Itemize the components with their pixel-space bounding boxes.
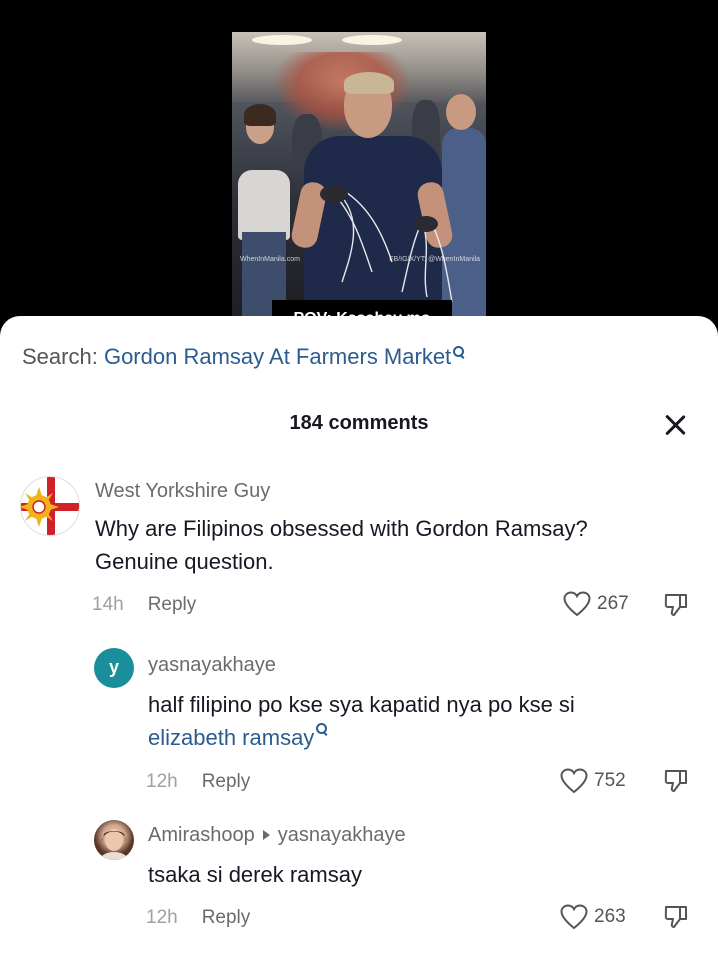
- comment-text-line: Why are Filipinos obsessed with Gordon R…: [95, 516, 588, 541]
- search-prefix: Search:: [22, 344, 98, 369]
- comment-time: 14h: [92, 594, 124, 615]
- flag-avatar-icon: [21, 477, 79, 535]
- heart-icon[interactable]: [560, 768, 588, 794]
- like-group: 263: [560, 904, 626, 930]
- video-woman-hair: [244, 104, 276, 126]
- dislike-icon[interactable]: [663, 768, 689, 794]
- like-count: 267: [597, 593, 629, 614]
- reply-arrow-icon: [262, 829, 270, 840]
- video-watermark: WhenInManila.com FB/IG/X/YT: @WhenInMani…: [240, 256, 480, 263]
- comment-username[interactable]: yasnayakhaye: [148, 654, 276, 677]
- dislike-icon[interactable]: [663, 904, 689, 930]
- like-group: 267: [563, 591, 629, 617]
- heart-icon[interactable]: [560, 904, 588, 930]
- comment-time: 12h: [146, 771, 178, 792]
- comments-count: 184 comments: [289, 412, 429, 434]
- video-watermark-right: FB/IG/X/YT: @WhenInManila: [389, 256, 480, 263]
- comment-text-line: tsaka si derek ramsay: [148, 862, 362, 887]
- reply-button[interactable]: Reply: [148, 594, 197, 615]
- comment-meta: 14h Reply: [92, 594, 196, 616]
- avatar[interactable]: [94, 820, 134, 860]
- close-icon[interactable]: [660, 410, 690, 440]
- video-light: [252, 35, 312, 45]
- comment-username[interactable]: West Yorkshire Guy: [95, 480, 270, 503]
- comment-meta: 12h Reply: [146, 907, 250, 929]
- comment-username-link[interactable]: Amirashoop: [148, 824, 255, 846]
- avatar-letter: y: [108, 657, 119, 677]
- profile-photo-icon: [100, 829, 128, 860]
- like-count: 752: [594, 770, 626, 791]
- comments-sheet: Search: Gordon Ramsay At Farmers Market …: [0, 316, 718, 960]
- search-icon: [316, 723, 328, 737]
- comment-time: 12h: [146, 907, 178, 928]
- search-icon: [453, 346, 465, 360]
- comment-text: half filipino po kse sya kapatid nya po …: [148, 688, 708, 754]
- like-group: 752: [560, 768, 626, 794]
- video-person-right-head: [446, 94, 476, 130]
- comment-text-line: half filipino po kse sya kapatid nya po …: [148, 692, 575, 717]
- comment-text-line: Genuine question.: [95, 549, 274, 574]
- search-suggestion[interactable]: Search: Gordon Ramsay At Farmers Market: [22, 344, 465, 370]
- heart-icon[interactable]: [563, 591, 591, 617]
- video-thumbnail[interactable]: WhenInManila.com FB/IG/X/YT: @WhenInMani…: [232, 32, 486, 322]
- video-player[interactable]: WhenInManila.com FB/IG/X/YT: @WhenInMani…: [0, 0, 718, 330]
- comment-text: tsaka si derek ramsay: [148, 858, 708, 891]
- video-woman-shirt: [238, 170, 290, 240]
- video-crabs: [320, 185, 453, 303]
- avatar[interactable]: y: [94, 648, 134, 688]
- comment-meta: 12h Reply: [146, 771, 250, 793]
- comment-username: Amirashoop yasnayakhaye: [148, 824, 406, 847]
- search-query-link[interactable]: Gordon Ramsay At Farmers Market: [104, 344, 451, 369]
- reply-button[interactable]: Reply: [202, 907, 251, 928]
- video-chef-hair: [344, 72, 394, 94]
- reply-button[interactable]: Reply: [202, 771, 251, 792]
- dislike-icon[interactable]: [663, 592, 689, 618]
- comment-text: Why are Filipinos obsessed with Gordon R…: [95, 512, 695, 578]
- like-count: 263: [594, 906, 626, 927]
- comment-text-line: elizabeth ramsay: [148, 721, 708, 754]
- reply-to-username[interactable]: yasnayakhaye: [278, 824, 406, 846]
- search-link[interactable]: elizabeth ramsay: [148, 725, 314, 750]
- avatar[interactable]: [20, 476, 80, 536]
- video-light: [342, 35, 402, 45]
- video-watermark-left: WhenInManila.com: [240, 256, 300, 263]
